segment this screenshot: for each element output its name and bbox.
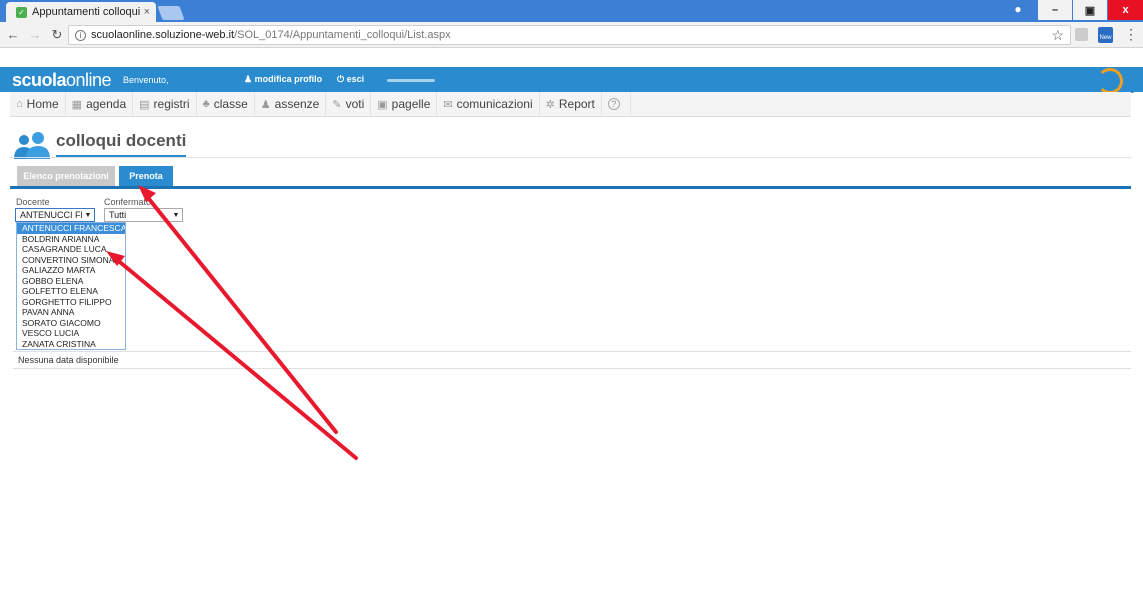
close-window-button[interactable]: x [1108, 0, 1143, 20]
dropdown-option[interactable]: BOLDRIN ARIANNA [17, 234, 125, 245]
power-icon: ⏻ [337, 74, 347, 84]
edit-profile-link[interactable]: ♟ modifica profilo [244, 74, 322, 85]
chevron-down-icon: ▼ [172, 211, 180, 219]
annotation-arrow-to-prenota [143, 192, 338, 434]
tab-prenota[interactable]: Prenota [119, 166, 173, 186]
help-icon: ? [607, 98, 620, 110]
dropdown-option[interactable]: VESCO LUCIA [17, 328, 125, 339]
menu-item-comunicazioni[interactable]: ✉ comunicazioni [437, 91, 540, 117]
minimize-button[interactable]: – [1038, 0, 1072, 20]
dropdown-option[interactable]: ANTENUCCI FRANCESCA [17, 223, 125, 234]
dropdown-option[interactable]: SORATO GIACOMO [17, 318, 125, 329]
dropdown-option[interactable]: GORGHETTO FILIPPO [17, 297, 125, 308]
close-tab-icon[interactable]: × [144, 6, 150, 18]
menu-item-classe[interactable]: ♣ classe [197, 91, 255, 117]
more-menu-icon[interactable]: ⋮ [1124, 27, 1138, 41]
reload-icon[interactable]: ↻ [48, 27, 66, 43]
maximize-button[interactable]: ▣ [1073, 0, 1107, 20]
menu-item-registri[interactable]: ▤ registri [133, 91, 197, 117]
report-card-icon: ▣ [377, 98, 388, 111]
edit-icon: ✎ [332, 98, 342, 111]
confermato-label: Confermato [104, 197, 152, 207]
browser-toolbar: ← → ↻ i scuolaonline.soluzione-web.it /S… [0, 22, 1143, 48]
new-tab-button[interactable] [157, 6, 185, 20]
gear-icon: ✲ [545, 98, 555, 111]
docente-select[interactable]: ANTENUCCI FF ▼ [15, 208, 95, 222]
astori-logo-ring [1097, 68, 1123, 94]
logout-link[interactable]: ⏻ esci [337, 74, 364, 85]
empty-results-row: Nessuna data disponibile [13, 351, 1131, 369]
dropdown-option[interactable]: PAVAN ANNA [17, 307, 125, 318]
menu-item-voti[interactable]: ✎ voti [326, 91, 372, 117]
scuolaonline-logo[interactable]: scuolaonline [12, 70, 112, 91]
confermato-select-value: Tutti [109, 210, 127, 220]
extension-badge: New [1099, 35, 1112, 41]
username-placeholder [387, 79, 435, 82]
page-title: colloqui docenti [56, 131, 187, 157]
divider [10, 157, 1131, 158]
menu-item-assenze[interactable]: ♟ assenze [255, 91, 327, 117]
tab-elenco-prenotazioni[interactable]: Elenco prenotazioni [17, 166, 115, 186]
browser-titlebar: ✓ Appuntamenti colloqui × ● – ▣ x [0, 0, 1143, 22]
extension-icon[interactable] [1075, 28, 1088, 41]
dropdown-option[interactable]: GOBBO ELENA [17, 276, 125, 287]
bookmark-star-icon[interactable]: ☆ [1051, 27, 1064, 44]
book-icon: ▤ [139, 98, 150, 111]
menu-item-report[interactable]: ✲ Report [540, 91, 602, 117]
url-host: scuolaonline.soluzione-web.it [91, 29, 235, 41]
address-bar[interactable]: i scuolaonline.soluzione-web.it /SOL_017… [68, 25, 1071, 45]
url-path: /SOL_0174/Appuntamenti_colloqui/List.asp… [234, 29, 451, 41]
users-icon: ♣ [202, 98, 210, 110]
browser-tab-title: Appuntamenti colloqui [32, 6, 140, 18]
docente-dropdown-list: ANTENUCCI FRANCESCA BOLDRIN ARIANNA CASA… [16, 222, 126, 350]
welcome-text: Benvenuto, [123, 75, 169, 85]
user-icon: ♟ [260, 98, 271, 111]
dropdown-option[interactable]: ZANATA CRISTINA [17, 339, 125, 350]
docente-select-value: ANTENUCCI FF [20, 210, 82, 220]
dropdown-option[interactable]: GOLFETTO ELENA [17, 286, 125, 297]
extension-new-icon[interactable]: New [1098, 27, 1113, 43]
profile-icon[interactable]: ● [1008, 2, 1028, 20]
dropdown-option[interactable]: GALIAZZO MARTA [17, 265, 125, 276]
menu-item-home[interactable]: ⌂ Home [10, 91, 66, 117]
confermato-select[interactable]: Tutti ▼ [104, 208, 183, 222]
back-arrow-icon[interactable]: ← [4, 27, 22, 42]
docente-label: Docente [16, 197, 50, 207]
menu-item-agenda[interactable]: ▦ agenda [66, 91, 134, 117]
calendar-icon: ▦ [71, 98, 83, 111]
app-header: scuolaonline Benvenuto, ♟ modifica profi… [0, 67, 1143, 92]
favicon-icon: ✓ [16, 6, 27, 18]
main-menu: ⌂ Home ▦ agenda ▤ registri ♣ classe ♟ assenze… [10, 91, 1131, 117]
menu-item-pagelle[interactable]: ▣ pagelle [371, 91, 438, 117]
user-icon: ♟ [244, 74, 255, 84]
info-icon[interactable]: i [75, 29, 86, 41]
home-icon: ⌂ [16, 98, 23, 110]
help-button[interactable]: ? [602, 91, 631, 117]
tabs-divider [10, 186, 1131, 189]
chevron-down-icon: ▼ [84, 211, 92, 219]
forward-arrow-icon[interactable]: → [26, 27, 44, 42]
dropdown-option[interactable]: CONVERTINO SIMONA [17, 255, 125, 266]
dropdown-option[interactable]: CASAGRANDE LUCA [17, 244, 125, 255]
mail-icon: ✉ [443, 98, 453, 111]
browser-tab[interactable]: ✓ Appuntamenti colloqui × [6, 2, 156, 22]
